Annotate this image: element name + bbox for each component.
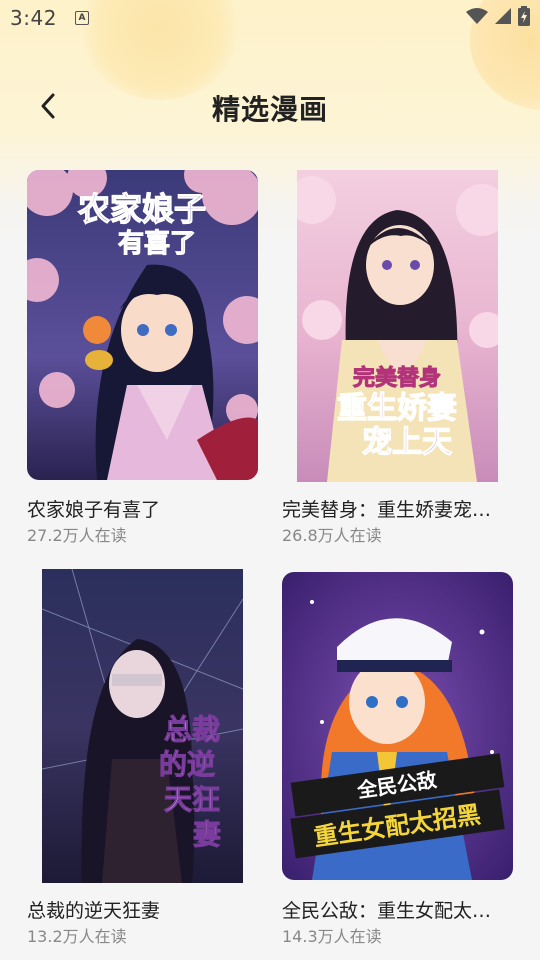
- cover-title-line: 天狂: [164, 783, 220, 816]
- comic-title[interactable]: 总裁的逆天狂妻: [27, 896, 267, 923]
- cover-title-line: 宠上天: [362, 425, 452, 460]
- comic-title[interactable]: 完美替身：重生娇妻宠…: [282, 495, 522, 522]
- cover-title-line: 农家娘子: [78, 190, 206, 228]
- cover-title-line: 的逆: [159, 748, 215, 781]
- cover-title-line: 完美替身: [353, 365, 441, 391]
- cover-title-line: 总裁: [164, 713, 220, 746]
- comic-cover[interactable]: 农家娘子 有喜了: [27, 170, 258, 480]
- notification-icon: A: [74, 11, 89, 25]
- cover-title-line: 重生娇妻: [337, 391, 457, 426]
- comic-title[interactable]: 全民公敌：重生女配太…: [282, 896, 522, 923]
- reader-count: 27.2万人在读: [27, 526, 127, 545]
- status-time: 3:42: [10, 6, 57, 30]
- battery-icon: [518, 6, 530, 26]
- page-title: 精选漫画: [211, 93, 328, 126]
- status-bar: 3:42 A: [0, 0, 540, 36]
- reader-count: 14.3万人在读: [282, 927, 382, 946]
- cover-title-line: 有喜了: [118, 229, 196, 259]
- comic-cover[interactable]: 总裁 的逆 天狂 妻: [42, 569, 243, 883]
- wifi-icon: [466, 8, 488, 24]
- reader-count: 13.2万人在读: [27, 927, 127, 946]
- cover-title-line: 妻: [193, 818, 221, 851]
- title-bar: 精选漫画: [0, 78, 540, 134]
- comic-cover[interactable]: 完美替身 重生娇妻 宠上天: [297, 170, 498, 482]
- comic-cover[interactable]: 全民公敌 重生女配太招黑: [282, 572, 513, 880]
- signal-icon: [495, 8, 511, 24]
- reader-count: 26.8万人在读: [282, 526, 382, 545]
- comic-title[interactable]: 农家娘子有喜了: [27, 495, 267, 522]
